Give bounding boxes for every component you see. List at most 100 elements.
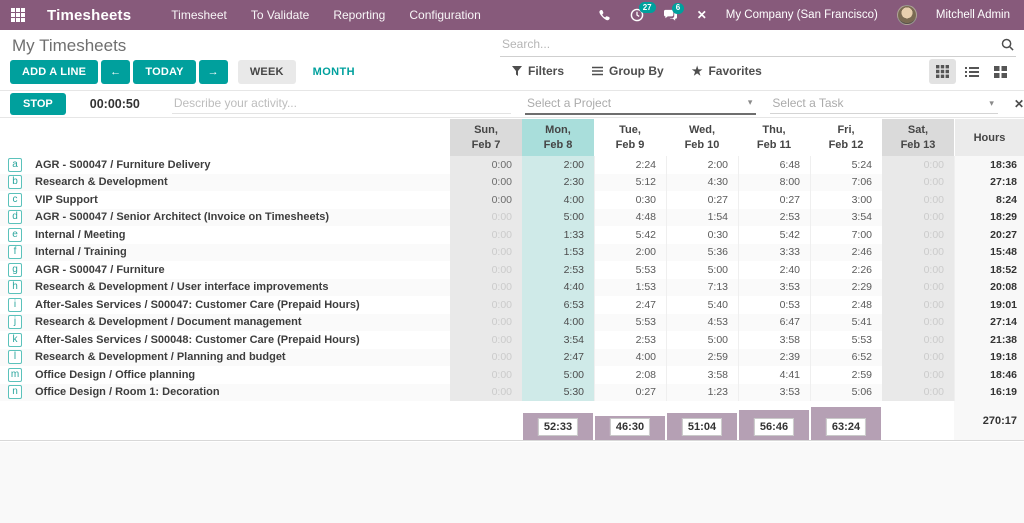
close-icon[interactable]: ✕ (697, 8, 707, 22)
timesheet-cell[interactable]: 5:53 (594, 261, 666, 279)
timesheet-cell[interactable]: 2:00 (522, 156, 594, 174)
timesheet-cell[interactable]: 0:27 (666, 191, 738, 209)
timesheet-cell[interactable]: 0:00 (882, 261, 954, 279)
timesheet-cell[interactable]: 5:41 (810, 314, 882, 332)
timesheet-cell[interactable]: 5:30 (522, 384, 594, 402)
timesheet-cell[interactable]: 2:29 (810, 279, 882, 297)
next-week-button[interactable]: → (199, 60, 228, 84)
timesheet-cell[interactable]: 0:00 (882, 366, 954, 384)
search-input[interactable] (500, 34, 1016, 57)
timesheet-cell[interactable]: 5:53 (810, 331, 882, 349)
timesheet-cell[interactable]: 5:00 (666, 261, 738, 279)
timesheet-cell[interactable]: 6:48 (738, 156, 810, 174)
menu-item-reporting[interactable]: Reporting (333, 8, 385, 22)
filters-menu[interactable]: Filters (512, 64, 564, 78)
timesheet-cell[interactable]: 3:54 (810, 209, 882, 227)
timesheet-cell[interactable]: 0:00 (450, 244, 522, 262)
timesheet-cell[interactable]: 0:00 (882, 226, 954, 244)
timesheet-cell[interactable]: 1:23 (666, 384, 738, 402)
phone-icon[interactable] (598, 9, 611, 22)
prev-week-button[interactable]: ← (101, 60, 130, 84)
timesheet-cell[interactable]: 0:00 (450, 366, 522, 384)
timesheet-cell[interactable]: 0:00 (882, 314, 954, 332)
timesheet-cell[interactable]: 2:53 (594, 331, 666, 349)
timesheet-cell[interactable]: 0:00 (450, 349, 522, 367)
timesheet-cell[interactable]: 5:12 (594, 174, 666, 192)
timesheet-cell[interactable]: 0:00 (882, 209, 954, 227)
timesheet-cell[interactable]: 0:27 (594, 384, 666, 402)
timesheet-cell[interactable]: 3:33 (738, 244, 810, 262)
user-avatar[interactable] (897, 5, 917, 25)
timesheet-cell[interactable]: 4:48 (594, 209, 666, 227)
timesheet-cell[interactable]: 2:26 (810, 261, 882, 279)
timesheet-cell[interactable]: 8:00 (738, 174, 810, 192)
timesheet-cell[interactable]: 0:00 (450, 156, 522, 174)
timesheet-cell[interactable]: 4:00 (522, 314, 594, 332)
timesheet-cell[interactable]: 0:00 (882, 349, 954, 367)
company-switcher[interactable]: My Company (San Francisco) (726, 9, 878, 21)
timesheet-cell[interactable]: 0:00 (882, 174, 954, 192)
timesheet-cell[interactable]: 4:40 (522, 279, 594, 297)
timesheet-cell[interactable]: 0:00 (882, 191, 954, 209)
timesheet-cell[interactable]: 5:36 (666, 244, 738, 262)
timesheet-cell[interactable]: 3:54 (522, 331, 594, 349)
timesheet-cell[interactable]: 3:53 (738, 384, 810, 402)
timesheet-cell[interactable]: 2:39 (738, 349, 810, 367)
timesheet-cell[interactable]: 5:24 (810, 156, 882, 174)
timesheet-cell[interactable]: 5:00 (522, 209, 594, 227)
timesheet-cell[interactable]: 3:53 (738, 279, 810, 297)
timesheet-cell[interactable]: 7:00 (810, 226, 882, 244)
project-select[interactable]: Select a Project ▾ (525, 94, 756, 115)
timesheet-cell[interactable]: 1:33 (522, 226, 594, 244)
timesheet-cell[interactable]: 0:00 (882, 296, 954, 314)
list-view-button[interactable] (958, 59, 985, 84)
timesheet-cell[interactable]: 1:53 (594, 279, 666, 297)
timesheet-cell[interactable]: 0:00 (882, 244, 954, 262)
timesheet-cell[interactable]: 0:00 (450, 296, 522, 314)
timesheet-cell[interactable]: 0:00 (450, 209, 522, 227)
timesheet-cell[interactable]: 6:53 (522, 296, 594, 314)
timesheet-cell[interactable]: 5:06 (810, 384, 882, 402)
timesheet-cell[interactable]: 5:00 (522, 366, 594, 384)
timesheet-cell[interactable]: 6:47 (738, 314, 810, 332)
timesheet-cell[interactable]: 0:00 (450, 314, 522, 332)
timesheet-cell[interactable]: 2:59 (666, 349, 738, 367)
activities-icon[interactable]: 27 (630, 8, 644, 22)
timesheet-cell[interactable]: 0:00 (450, 174, 522, 192)
timesheet-cell[interactable]: 0:00 (450, 331, 522, 349)
timesheet-cell[interactable]: 3:00 (810, 191, 882, 209)
timesheet-cell[interactable]: 7:06 (810, 174, 882, 192)
menu-item-configuration[interactable]: Configuration (409, 8, 480, 22)
timesheet-cell[interactable]: 3:58 (738, 331, 810, 349)
timesheet-cell[interactable]: 0:00 (882, 331, 954, 349)
timesheet-cell[interactable]: 3:58 (666, 366, 738, 384)
apps-menu-icon[interactable] (11, 8, 25, 22)
timesheet-cell[interactable]: 2:48 (810, 296, 882, 314)
timesheet-cell[interactable]: 0:00 (450, 261, 522, 279)
timesheet-cell[interactable]: 5:42 (738, 226, 810, 244)
timesheet-cell[interactable]: 4:41 (738, 366, 810, 384)
timesheet-cell[interactable]: 0:00 (882, 279, 954, 297)
timesheet-cell[interactable]: 0:30 (594, 191, 666, 209)
add-line-button[interactable]: ADD A LINE (10, 60, 98, 84)
timesheet-cell[interactable]: 1:53 (522, 244, 594, 262)
timesheet-cell[interactable]: 0:53 (738, 296, 810, 314)
timesheet-cell[interactable]: 5:42 (594, 226, 666, 244)
timesheet-cell[interactable]: 2:53 (522, 261, 594, 279)
timesheet-cell[interactable]: 2:24 (594, 156, 666, 174)
timesheet-cell[interactable]: 2:00 (594, 244, 666, 262)
timesheet-cell[interactable]: 4:00 (594, 349, 666, 367)
timesheet-cell[interactable]: 2:08 (594, 366, 666, 384)
timesheet-cell[interactable]: 2:53 (738, 209, 810, 227)
timesheet-cell[interactable]: 4:30 (666, 174, 738, 192)
menu-item-timesheet[interactable]: Timesheet (171, 8, 227, 22)
timesheet-cell[interactable]: 5:40 (666, 296, 738, 314)
stop-timer-button[interactable]: STOP (10, 93, 66, 115)
today-button[interactable]: TODAY (133, 60, 195, 84)
month-range-button[interactable]: MONTH (313, 66, 355, 78)
timesheet-cell[interactable]: 0:00 (450, 226, 522, 244)
timesheet-cell[interactable]: 0:00 (882, 384, 954, 402)
timesheet-cell[interactable]: 4:00 (522, 191, 594, 209)
timesheet-cell[interactable]: 1:54 (666, 209, 738, 227)
timesheet-cell[interactable]: 5:53 (594, 314, 666, 332)
